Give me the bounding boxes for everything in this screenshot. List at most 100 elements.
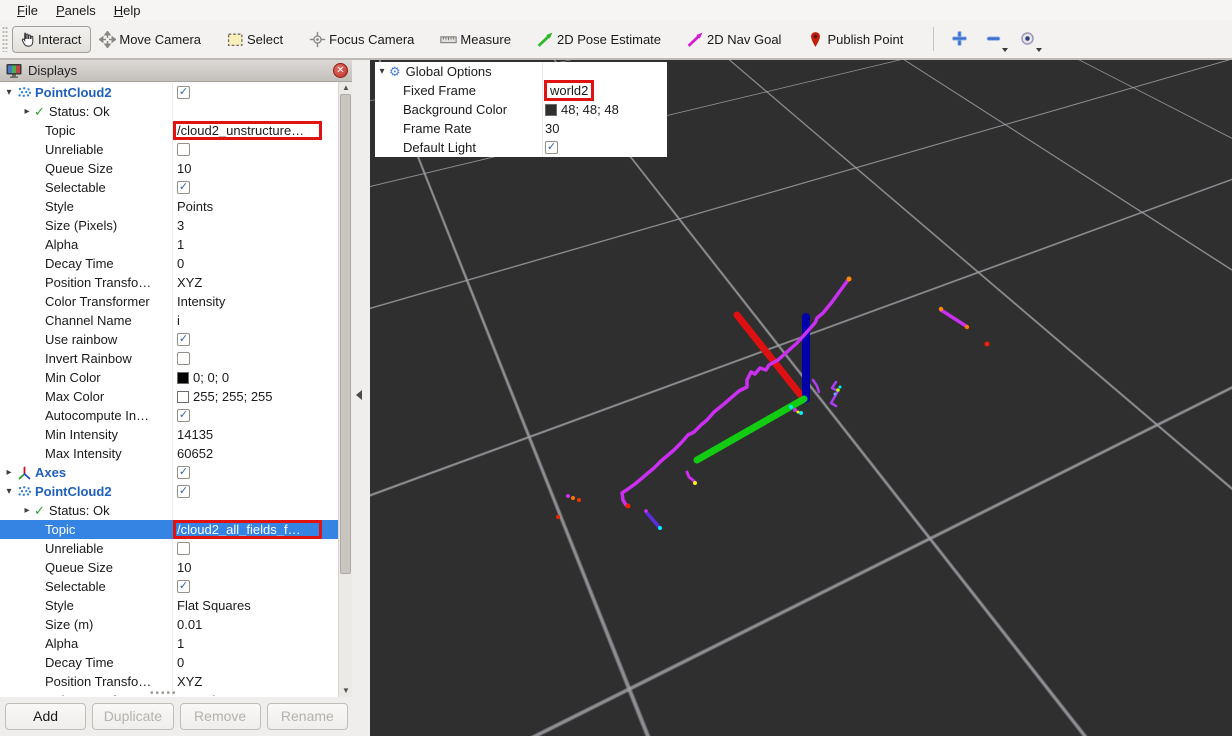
property-value[interactable]: /cloud2_unstructure… xyxy=(177,123,304,138)
tree-row-min-color[interactable]: Min Color0; 0; 0 xyxy=(0,368,338,387)
menu-panels[interactable]: Panels xyxy=(47,2,105,19)
tree-row-selectable[interactable]: Selectable✓ xyxy=(0,178,338,197)
scroll-up-icon[interactable]: ▲ xyxy=(339,82,352,94)
expand-arrow-icon[interactable]: ▸ xyxy=(4,467,14,478)
color-swatch[interactable] xyxy=(177,372,189,384)
property-value[interactable]: 3 xyxy=(177,218,184,233)
tool-focus-camera[interactable]: Focus Camera xyxy=(309,31,414,48)
panel-resize-handle[interactable]: ••••• xyxy=(150,688,178,697)
property-value[interactable]: 14135 xyxy=(177,427,213,442)
checkbox[interactable]: ✓ xyxy=(177,485,190,498)
menu-help[interactable]: Help xyxy=(105,2,150,19)
checkbox[interactable] xyxy=(177,143,190,156)
tool-move-camera[interactable]: Move Camera xyxy=(99,31,201,48)
checkbox[interactable]: ✓ xyxy=(177,181,190,194)
checkbox[interactable] xyxy=(177,352,190,365)
tool-2d-pose-estimate[interactable]: 2D Pose Estimate xyxy=(537,31,661,48)
tree-row-queue-size[interactable]: Queue Size10 xyxy=(0,558,338,577)
remove-tool-button[interactable] xyxy=(982,26,1006,52)
tree-row-topic[interactable]: Topic/cloud2_unstructure… xyxy=(0,121,338,140)
property-value[interactable]: XYZ xyxy=(177,275,202,290)
tree-row-unreliable[interactable]: Unreliable xyxy=(0,539,338,558)
checkbox[interactable]: ✓ xyxy=(177,409,190,422)
expand-arrow-icon[interactable]: ▸ xyxy=(22,106,32,117)
collapse-left-icon[interactable] xyxy=(356,390,362,400)
panel-splitter[interactable] xyxy=(352,60,370,736)
tree-row-color-transformer[interactable]: Color TransformerIntensity xyxy=(0,292,338,311)
tree-row-status-ok[interactable]: ▸✓Status: Ok xyxy=(0,501,338,520)
tree-row-decay-time[interactable]: Decay Time0 xyxy=(0,653,338,672)
checkbox[interactable]: ✓ xyxy=(545,141,558,154)
tool-2d-nav-goal[interactable]: 2D Nav Goal xyxy=(687,31,781,48)
dropdown-arrow-icon[interactable] xyxy=(1002,48,1008,52)
tree-row-unreliable[interactable]: Unreliable xyxy=(0,140,338,159)
add-tool-button[interactable] xyxy=(948,26,972,52)
property-value[interactable]: 10 xyxy=(177,161,191,176)
tree-row-size-m-[interactable]: Size (m)0.01 xyxy=(0,615,338,634)
collapse-arrow-icon[interactable]: ▾ xyxy=(4,486,14,497)
option-row-default-light[interactable]: Default Light✓ xyxy=(375,138,667,157)
tree-row-autocompute-in-[interactable]: Autocompute In…✓ xyxy=(0,406,338,425)
add-button[interactable]: Add xyxy=(5,703,86,730)
display-row-pointcloud2[interactable]: ▾PointCloud2✓ xyxy=(0,83,338,102)
property-value[interactable]: 1 xyxy=(177,237,184,252)
close-icon[interactable]: ✕ xyxy=(333,63,348,78)
display-row-axes[interactable]: ▸Axes✓ xyxy=(0,463,338,482)
option-row-fixed-frame[interactable]: Fixed Frameworld2 xyxy=(375,81,667,100)
tree-row-style[interactable]: StylePoints xyxy=(0,197,338,216)
property-value[interactable]: 1 xyxy=(177,636,184,651)
property-value[interactable]: Intensity xyxy=(177,294,225,309)
tree-row-style[interactable]: StyleFlat Squares xyxy=(0,596,338,615)
tree-row-min-intensity[interactable]: Min Intensity14135 xyxy=(0,425,338,444)
checkbox[interactable]: ✓ xyxy=(177,466,190,479)
tree-row-selectable[interactable]: Selectable✓ xyxy=(0,577,338,596)
tree-row-size-pixels-[interactable]: Size (Pixels)3 xyxy=(0,216,338,235)
tree-row-decay-time[interactable]: Decay Time0 xyxy=(0,254,338,273)
option-row-background-color[interactable]: Background Color48; 48; 48 xyxy=(375,100,667,119)
property-value[interactable]: Flat Squares xyxy=(177,598,251,613)
expand-arrow-icon[interactable]: ▸ xyxy=(22,505,32,516)
scroll-down-icon[interactable]: ▼ xyxy=(339,685,352,697)
toolbar-drag-handle[interactable] xyxy=(2,26,8,52)
tool-interact[interactable]: Interact xyxy=(12,26,91,53)
checkbox[interactable]: ✓ xyxy=(177,333,190,346)
property-value[interactable]: 0 xyxy=(177,655,184,670)
tree-row-position-transfo-[interactable]: Position Transfo…XYZ xyxy=(0,273,338,292)
collapse-arrow-icon[interactable]: ▾ xyxy=(4,87,14,98)
property-value[interactable]: 60652 xyxy=(177,446,213,461)
tree-row-channel-name[interactable]: Channel Namei xyxy=(0,311,338,330)
color-swatch[interactable] xyxy=(545,104,557,116)
option-value[interactable]: world2 xyxy=(550,83,588,98)
checkbox[interactable]: ✓ xyxy=(177,580,190,593)
tool-measure[interactable]: Measure xyxy=(440,31,511,48)
tree-row-use-rainbow[interactable]: Use rainbow✓ xyxy=(0,330,338,349)
3d-viewport[interactable]: ▾⚙Global OptionsFixed Frameworld2Backgro… xyxy=(370,60,1232,736)
color-swatch[interactable] xyxy=(177,391,189,403)
option-value[interactable]: 30 xyxy=(545,121,559,136)
tool-publish-point[interactable]: Publish Point xyxy=(807,31,903,48)
property-value[interactable]: /cloud2_all_fields_f… xyxy=(177,522,301,537)
tree-row-queue-size[interactable]: Queue Size10 xyxy=(0,159,338,178)
global-options-header[interactable]: ▾⚙Global Options xyxy=(375,62,667,81)
tree-row-alpha[interactable]: Alpha1 xyxy=(0,634,338,653)
property-value[interactable]: Points xyxy=(177,199,213,214)
checkbox[interactable]: ✓ xyxy=(177,86,190,99)
property-value[interactable]: 0 xyxy=(177,256,184,271)
dropdown-arrow-icon[interactable] xyxy=(1036,48,1042,52)
tool-select[interactable]: Select xyxy=(227,31,283,48)
option-value[interactable]: 48; 48; 48 xyxy=(561,102,619,117)
option-row-frame-rate[interactable]: Frame Rate30 xyxy=(375,119,667,138)
tree-row-invert-rainbow[interactable]: Invert Rainbow xyxy=(0,349,338,368)
tree-row-alpha[interactable]: Alpha1 xyxy=(0,235,338,254)
property-value[interactable]: 0.01 xyxy=(177,617,202,632)
checkbox[interactable] xyxy=(177,542,190,555)
property-value[interactable]: i xyxy=(177,313,180,328)
tree-scrollbar[interactable]: ▲ ▼ xyxy=(338,82,352,697)
property-value[interactable]: 0; 0; 0 xyxy=(193,370,229,385)
property-value[interactable]: Intensity xyxy=(177,693,225,696)
tree-row-max-intensity[interactable]: Max Intensity60652 xyxy=(0,444,338,463)
display-row-pointcloud2[interactable]: ▾PointCloud2✓ xyxy=(0,482,338,501)
menu-file[interactable]: File xyxy=(8,2,47,19)
tree-row-max-color[interactable]: Max Color255; 255; 255 xyxy=(0,387,338,406)
tree-row-status-ok[interactable]: ▸✓Status: Ok xyxy=(0,102,338,121)
